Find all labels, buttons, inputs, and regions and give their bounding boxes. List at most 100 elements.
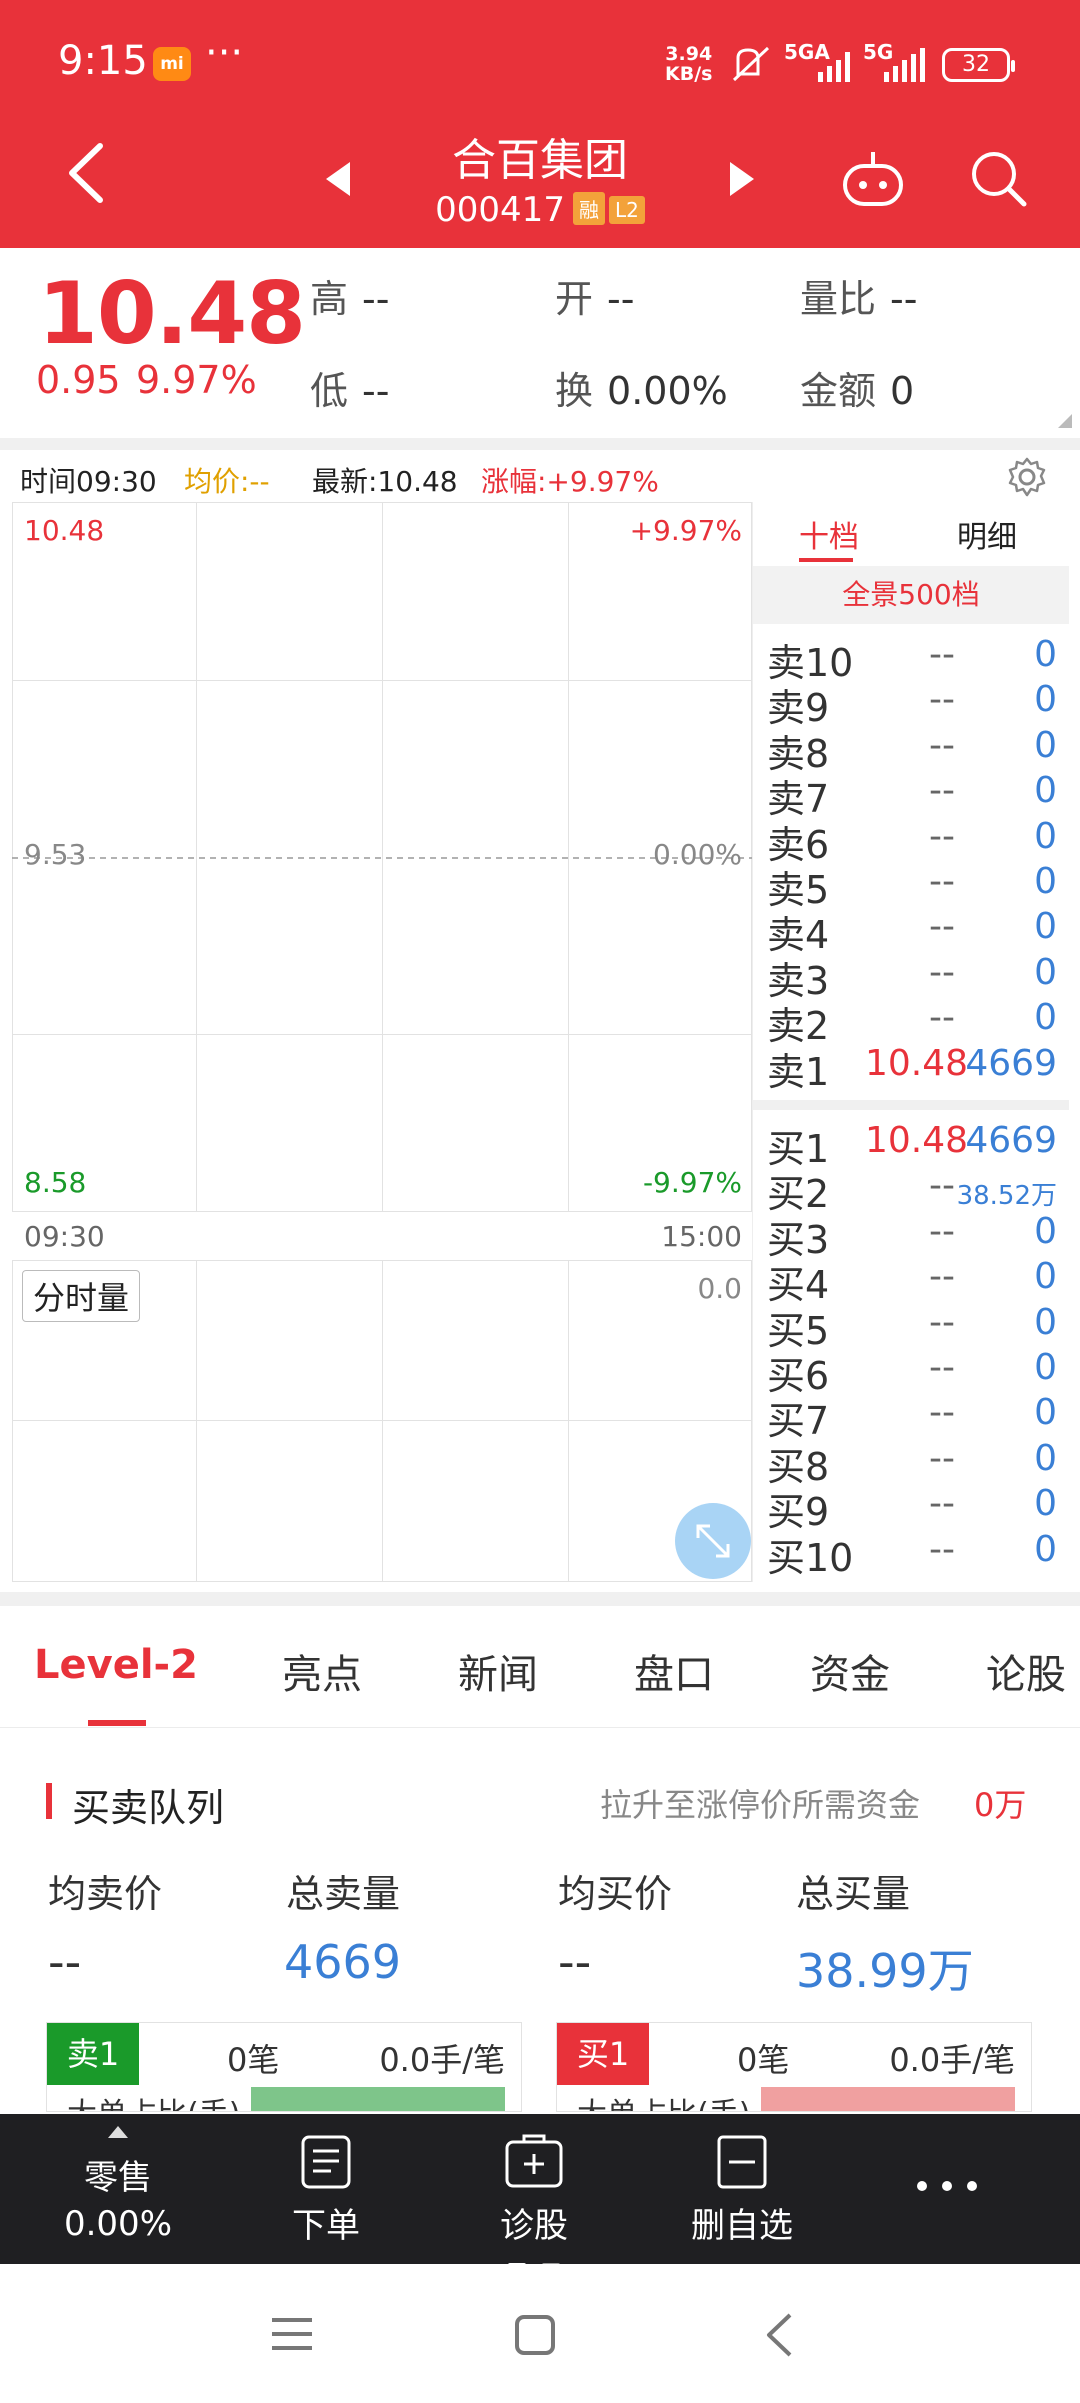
buy-level-row[interactable]: 买7 -- 0 bbox=[753, 1390, 1069, 1443]
home-icon[interactable] bbox=[514, 2314, 556, 2356]
sell-level-volume: 0 bbox=[1034, 679, 1057, 721]
more-icon[interactable] bbox=[912, 2176, 982, 2196]
intraday-chart[interactable]: 10.48 +9.97% 9.53 0.00% 8.58 -9.97% 09:3… bbox=[12, 502, 752, 1582]
buy-level-price: -- bbox=[929, 1528, 955, 1570]
sell-level-price: -- bbox=[929, 906, 955, 948]
buy-queue-ratio-label: 大单占比(手) bbox=[577, 2089, 750, 2111]
volume-mode-button[interactable]: 分时量 bbox=[22, 1270, 141, 1322]
buy-level-row[interactable]: 买3 -- 0 bbox=[753, 1209, 1069, 1262]
buy-level-row[interactable]: 买5 -- 0 bbox=[753, 1300, 1069, 1353]
more-notifications-icon: ··· bbox=[205, 30, 244, 76]
total-buy-value: 38.99万 bbox=[796, 1944, 974, 1998]
sell-level-row[interactable]: 卖3 -- 0 bbox=[753, 950, 1069, 1003]
sell-level-volume: 4669 bbox=[965, 1042, 1057, 1084]
buy-level-row[interactable]: 买6 -- 0 bbox=[753, 1345, 1069, 1398]
buy-queue-box[interactable]: 买1 0笔 0.0手/笔 大单占比(手) bbox=[556, 2022, 1032, 2112]
buy-level-row[interactable]: 买4 -- 0 bbox=[753, 1254, 1069, 1307]
chart-time: 时间09:30 bbox=[20, 465, 157, 498]
sell-level-row[interactable]: 卖6 -- 0 bbox=[753, 814, 1069, 867]
buy-level-price: -- bbox=[929, 1210, 955, 1252]
sell-level-row[interactable]: 卖4 -- 0 bbox=[753, 904, 1069, 957]
remove-icon bbox=[717, 2135, 767, 2189]
sell-level-row[interactable]: 卖5 -- 0 bbox=[753, 859, 1069, 912]
fullscreen-icon[interactable] bbox=[674, 1502, 752, 1580]
sell-level-label: 卖1 bbox=[767, 1049, 830, 1094]
buy-level-row[interactable]: 买1 10.48 4669 bbox=[753, 1118, 1069, 1171]
tab-ten-level[interactable]: 十档 bbox=[799, 512, 859, 556]
buy-level-row[interactable]: 买2 -- 38.52万 bbox=[753, 1163, 1069, 1216]
tab-news[interactable]: 新闻 bbox=[458, 1642, 538, 1700]
sell-level-price: -- bbox=[929, 815, 955, 857]
buy-level-row[interactable]: 买8 -- 0 bbox=[753, 1436, 1069, 1489]
buy-level-price: -- bbox=[929, 1437, 955, 1479]
sell-level-row[interactable]: 卖8 -- 0 bbox=[753, 723, 1069, 776]
sell-level-price: -- bbox=[929, 770, 955, 812]
back-nav-icon[interactable] bbox=[764, 2312, 794, 2358]
volume-ratio-item: 量比 -- bbox=[800, 277, 918, 321]
buy-level-row[interactable]: 买9 -- 0 bbox=[753, 1481, 1069, 1534]
time-end-label: 15:00 bbox=[661, 1220, 742, 1253]
sell-level-price: -- bbox=[929, 861, 955, 902]
order-book-tabs: 十档 明细 bbox=[753, 502, 1069, 564]
action-bar: 零售 0.00% 下单 诊股 删自选 bbox=[0, 2114, 1080, 2269]
avg-sell-value: -- bbox=[48, 1935, 82, 1989]
pct-bottom-label: -9.97% bbox=[642, 1166, 742, 1199]
sell-queue-per: 0.0手/笔 bbox=[379, 2041, 505, 2079]
mi-app-icon: mi bbox=[153, 47, 191, 81]
stock-code: 000417 bbox=[435, 190, 565, 230]
price-bottom-label: 8.58 bbox=[24, 1166, 87, 1199]
back-icon[interactable] bbox=[66, 142, 106, 204]
stock-name: 合百集团 bbox=[452, 135, 628, 186]
buy-level-row[interactable]: 买10 -- 0 bbox=[753, 1527, 1069, 1580]
tab-discussion[interactable]: 论股 bbox=[986, 1642, 1066, 1700]
buy-level-volume: 38.52万 bbox=[956, 1181, 1057, 1212]
tab-handicap[interactable]: 盘口 bbox=[634, 1642, 714, 1700]
section-marker bbox=[46, 1783, 52, 1819]
sell-level-volume: 0 bbox=[1034, 951, 1057, 993]
menu-icon[interactable] bbox=[270, 2316, 314, 2352]
buy-level-price: 10.48 bbox=[865, 1120, 969, 1161]
level2-badge: L2 bbox=[608, 196, 645, 224]
sell-queue-ratio-label: 大单占比(手) bbox=[67, 2089, 240, 2111]
sell-level-volume: 0 bbox=[1034, 997, 1057, 1039]
buy-level-volume: 0 bbox=[1034, 1256, 1057, 1298]
buy-level-price: -- bbox=[929, 1392, 955, 1434]
sell-level-row[interactable]: 卖1 10.48 4669 bbox=[753, 1041, 1069, 1094]
buy-level-volume: 0 bbox=[1034, 1301, 1057, 1343]
tab-funds[interactable]: 资金 bbox=[810, 1642, 890, 1700]
robot-assistant-icon[interactable] bbox=[840, 150, 906, 208]
current-price: 10.48 bbox=[38, 264, 306, 364]
buy-level-volume: 0 bbox=[1034, 1210, 1057, 1252]
book-divider bbox=[753, 1100, 1069, 1110]
full-depth-button[interactable]: 全景500档 bbox=[753, 566, 1069, 624]
tab-level2[interactable]: Level-2 bbox=[34, 1642, 198, 1688]
system-nav-bar bbox=[0, 2264, 1080, 2403]
sell-level-row[interactable]: 卖7 -- 0 bbox=[753, 768, 1069, 821]
order-doc-icon bbox=[301, 2135, 351, 2189]
diagnose-icon bbox=[505, 2134, 563, 2188]
tab-detail[interactable]: 明细 bbox=[957, 512, 1017, 556]
chart-rise: 涨幅:+9.97% bbox=[481, 465, 659, 498]
section-title: 买卖队列 bbox=[72, 1786, 225, 1830]
sell-level-row[interactable]: 卖9 -- 0 bbox=[753, 677, 1069, 730]
total-sell-label: 总卖量 bbox=[286, 1872, 401, 1916]
low-item: 低 -- bbox=[310, 369, 390, 413]
sell-level-row[interactable]: 卖10 -- 0 bbox=[753, 632, 1069, 685]
expand-corner-icon[interactable] bbox=[1058, 414, 1072, 428]
gear-icon[interactable] bbox=[1006, 456, 1048, 498]
buy-queue-tag: 买1 bbox=[557, 2023, 649, 2085]
sell-level-volume: 0 bbox=[1034, 815, 1057, 857]
margin-badge: 融 bbox=[572, 192, 605, 225]
buy-level-price: -- bbox=[929, 1301, 955, 1343]
search-icon[interactable] bbox=[970, 150, 1028, 208]
limit-up-value: 0万 bbox=[974, 1786, 1027, 1824]
divider bbox=[0, 1592, 1080, 1606]
price-change: 0.95 bbox=[36, 358, 121, 402]
tab-highlights[interactable]: 亮点 bbox=[282, 1642, 362, 1700]
sell-level-price: 10.48 bbox=[865, 1042, 969, 1084]
sell-level-row[interactable]: 卖2 -- 0 bbox=[753, 995, 1069, 1048]
next-stock-icon[interactable] bbox=[728, 162, 754, 196]
sell-queue-box[interactable]: 卖1 0笔 0.0手/笔 大单占比(手) bbox=[46, 2022, 522, 2112]
mute-icon bbox=[732, 46, 770, 82]
prev-stock-icon[interactable] bbox=[326, 162, 352, 196]
